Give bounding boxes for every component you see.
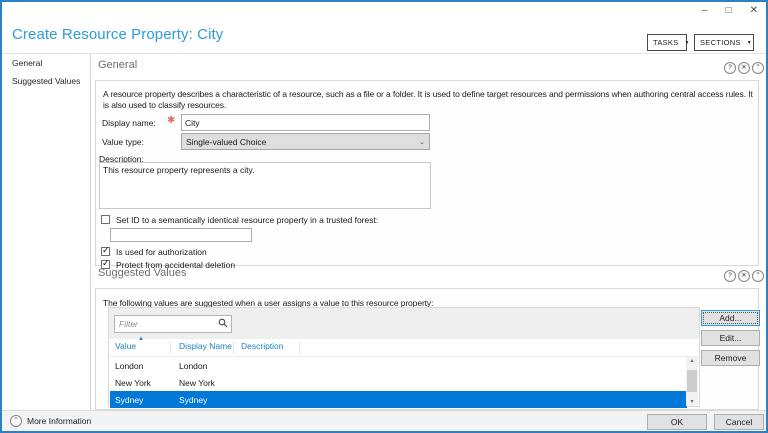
section-close-icon[interactable]: ✕ (738, 270, 750, 282)
tasks-button[interactable]: TASKS ▼ (647, 34, 690, 51)
cell-value: Sydney (115, 395, 144, 405)
column-header-value[interactable]: Value (115, 341, 136, 351)
remove-button[interactable]: Remove (701, 350, 760, 366)
sections-button[interactable]: SECTIONS ▼ (694, 34, 754, 51)
sidebar-item-general[interactable]: General (12, 58, 42, 68)
column-header-description[interactable]: Description (241, 341, 284, 351)
section-collapse-icon[interactable]: ⌃ (752, 62, 764, 74)
create-resource-property-dialog: – □ ✕ Create Resource Property: City TAS… (0, 0, 768, 433)
checkmark-icon: ✓ (102, 245, 110, 255)
set-id-checkbox[interactable] (101, 215, 110, 224)
more-information-label: More Information (27, 416, 92, 426)
sidebar-item-suggested-values[interactable]: Suggested Values (12, 76, 80, 86)
table-row-selected[interactable]: Sydney Sydney (110, 391, 687, 408)
authorization-checkbox-label: Is used for authorization (116, 247, 207, 257)
help-icon[interactable]: ? (724, 270, 736, 282)
add-button[interactable]: Add... (701, 310, 760, 326)
section-close-icon[interactable]: ✕ (738, 62, 750, 74)
display-name-input[interactable] (181, 114, 430, 131)
table-row[interactable]: London London (110, 357, 687, 374)
authorization-checkbox[interactable]: ✓ (101, 245, 110, 256)
general-section-panel: A resource property describes a characte… (95, 80, 759, 270)
dropdown-arrow-icon: ▼ (746, 39, 752, 46)
page-title: Create Resource Property: City (12, 26, 224, 43)
help-icon[interactable]: ? (724, 62, 736, 74)
description-textarea[interactable]: This resource property represents a city… (99, 162, 431, 209)
general-section-icons: ? ✕ ⌃ (724, 62, 764, 74)
table-scrollbar[interactable]: ▴ ▾ (686, 356, 698, 406)
chevron-down-icon: ⌄ (419, 138, 425, 146)
table-row[interactable]: New York New York (110, 374, 687, 391)
display-name-label: Display name: (102, 118, 156, 128)
column-header-display-name[interactable]: Display Name (179, 341, 232, 351)
filter-input[interactable] (114, 315, 232, 333)
cell-display-name: New York (179, 378, 215, 388)
general-intro-text: A resource property describes a characte… (103, 89, 753, 110)
suggested-values-panel: The following values are suggested when … (95, 288, 760, 410)
column-divider (233, 341, 234, 354)
sections-button-label: SECTIONS (700, 38, 741, 47)
window-controls: – □ ✕ (702, 4, 758, 18)
header-divider (2, 53, 766, 54)
section-collapse-icon[interactable]: ⌃ (752, 270, 764, 282)
sidebar-divider (90, 54, 91, 410)
more-information-expander[interactable]: ⌃ More Information (10, 415, 91, 427)
value-type-label: Value type: (102, 137, 144, 147)
cancel-button[interactable]: Cancel (714, 414, 764, 430)
general-section-title: General (98, 59, 138, 71)
cell-value: New York (115, 378, 151, 388)
suggested-values-section-icons: ? ✕ ⌃ (724, 270, 764, 282)
scroll-up-icon[interactable]: ▴ (686, 357, 698, 364)
suggested-values-list: Value ▲ Display Name Description London … (108, 307, 700, 408)
suggested-values-section-title: Suggested Values (98, 267, 187, 279)
cell-display-name: Sydney (179, 395, 208, 405)
value-type-dropdown[interactable]: Single-valued Choice ⌄ (181, 133, 430, 150)
filter-field (114, 314, 232, 333)
cell-display-name: London (179, 361, 208, 371)
tasks-button-label: TASKS (653, 38, 679, 47)
minimize-icon[interactable]: – (702, 4, 708, 18)
set-id-checkbox-label: Set ID to a semantically identical resou… (116, 215, 379, 225)
maximize-icon[interactable]: □ (726, 4, 732, 18)
column-divider (299, 341, 300, 354)
footer-bar: ⌃ More Information OK Cancel (2, 410, 766, 431)
close-icon[interactable]: ✕ (750, 4, 758, 18)
more-info-chevron-icon: ⌃ (10, 415, 22, 427)
cell-value: London (115, 361, 144, 371)
scroll-down-icon[interactable]: ▾ (686, 398, 698, 405)
required-asterisk-icon: ✱ (167, 115, 176, 126)
search-icon (218, 318, 228, 328)
value-type-selected: Single-valued Choice (186, 136, 267, 147)
dropdown-arrow-icon: ▼ (684, 39, 690, 46)
sort-ascending-icon: ▲ (138, 336, 144, 342)
edit-button[interactable]: Edit... (701, 330, 760, 346)
ok-button[interactable]: OK (647, 414, 707, 430)
set-id-input[interactable] (110, 228, 252, 242)
column-divider (170, 341, 171, 354)
scrollbar-thumb[interactable] (687, 370, 697, 392)
